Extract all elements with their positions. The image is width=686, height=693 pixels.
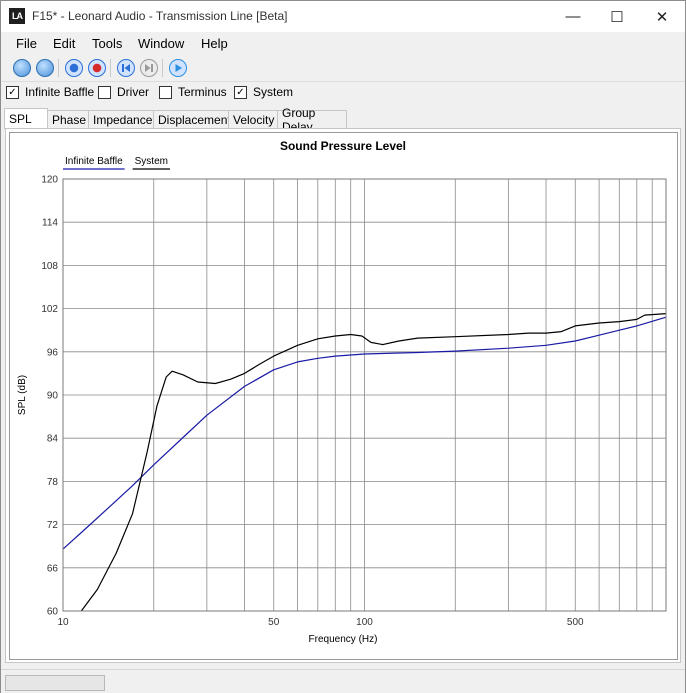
series-line-system xyxy=(80,313,667,612)
y-tick-label: 84 xyxy=(47,434,59,445)
x-tick-label: 50 xyxy=(268,617,280,628)
chart-container: 60 66 72 78 84 90 96 102 108 114 120 10 50 100 500 So… xyxy=(9,132,678,660)
chart-legend: Infinite Baffle System xyxy=(63,156,170,170)
legend-entry: System xyxy=(135,156,168,167)
x-tick-labels: 10 50 100 500 xyxy=(57,617,584,628)
menu-file[interactable]: File xyxy=(16,36,37,51)
y-tick-label: 78 xyxy=(47,477,59,488)
series-options: ✓ Infinite Baffle Driver Terminus ✓ System xyxy=(1,82,685,104)
y-tick-label: 96 xyxy=(47,347,59,358)
system-label: System xyxy=(253,85,294,99)
y-tick-label: 72 xyxy=(47,520,59,531)
menu-tools[interactable]: Tools xyxy=(92,36,122,51)
step-forward-icon[interactable] xyxy=(140,59,158,77)
minimize-button[interactable]: — xyxy=(550,1,596,32)
y-tick-label: 102 xyxy=(41,304,58,315)
title-bar[interactable]: LA F15* - Leonard Audio - Transmission L… xyxy=(1,1,685,32)
system-check-icon[interactable]: ✓ xyxy=(234,85,247,99)
tab-impedance[interactable]: Impedance xyxy=(88,110,154,128)
maximize-button[interactable]: ☐ xyxy=(594,1,640,32)
y-tick-label: 114 xyxy=(42,218,58,229)
tab-phase[interactable]: Phase xyxy=(47,110,89,128)
y-tick-label: 108 xyxy=(41,261,58,272)
app-window: LA F15* - Leonard Audio - Transmission L… xyxy=(0,0,686,693)
new-icon[interactable] xyxy=(13,59,31,77)
chart-grid xyxy=(63,179,666,611)
play-icon[interactable] xyxy=(169,59,187,77)
play-glyph xyxy=(175,64,182,72)
x-axis-label: Frequency (Hz) xyxy=(309,634,378,645)
tab-phase-label: Phase xyxy=(52,112,87,127)
tab-velocity-label: Velocity xyxy=(233,112,275,127)
close-icon: ✕ xyxy=(655,8,669,26)
status-bar xyxy=(1,669,685,693)
toolbar-separator xyxy=(110,59,111,77)
tab-impedance-label: Impedance xyxy=(93,112,153,127)
step-back-glyph xyxy=(122,64,130,72)
close-button[interactable]: ✕ xyxy=(639,1,685,32)
tab-spl-label: SPL xyxy=(9,112,32,126)
toolbar-separator xyxy=(162,59,163,77)
system-checkbox[interactable]: ✓ System xyxy=(234,85,293,99)
menu-help[interactable]: Help xyxy=(201,36,228,51)
infinite-baffle-label: Infinite Baffle xyxy=(25,85,95,99)
tab-velocity[interactable]: Velocity xyxy=(228,110,278,128)
tab-displacement-label: Displacement xyxy=(158,112,231,127)
window-title: F15* - Leonard Audio - Transmission Line… xyxy=(32,9,288,23)
y-tick-label: 120 xyxy=(41,175,58,186)
spl-chart: 60 66 72 78 84 90 96 102 108 114 120 10 50 100 500 So… xyxy=(17,139,667,645)
infinite-baffle-check-icon[interactable]: ✓ xyxy=(6,85,19,99)
open-icon[interactable] xyxy=(36,59,54,77)
app-logo-icon: LA xyxy=(9,8,25,24)
chart-title: Sound Pressure Level xyxy=(280,139,406,153)
x-tick-label: 100 xyxy=(356,617,373,628)
driver-label: Driver xyxy=(117,85,149,99)
y-tick-labels: 60 66 72 78 84 90 96 102 108 114 120 xyxy=(41,175,58,618)
maximize-icon: ☐ xyxy=(610,8,624,26)
y-axis-label: SPL (dB) xyxy=(17,375,28,415)
minimize-icon: — xyxy=(565,8,581,25)
step-forward-glyph xyxy=(145,64,153,72)
y-tick-label: 90 xyxy=(47,391,59,402)
toolbar-separator xyxy=(58,59,59,77)
menu-bar: File Edit Tools Window Help xyxy=(1,32,685,54)
x-tick-label: 10 xyxy=(57,617,69,628)
driver-check-icon[interactable] xyxy=(98,85,111,99)
tab-displacement[interactable]: Displacement xyxy=(153,110,231,128)
tab-strip: SPL Phase Impedance Displacement Velocit… xyxy=(1,106,685,134)
terminus-check-icon[interactable] xyxy=(159,85,172,99)
terminus-checkbox[interactable]: Terminus xyxy=(159,85,227,99)
menu-edit[interactable]: Edit xyxy=(53,36,75,51)
tab-group-delay[interactable]: Group Delay xyxy=(277,106,347,134)
toolbar xyxy=(1,55,685,82)
terminus-label: Terminus xyxy=(178,85,227,99)
record-blue-icon[interactable] xyxy=(65,59,83,77)
status-panel xyxy=(5,675,105,691)
driver-checkbox[interactable]: Driver xyxy=(98,85,149,99)
legend-entry: Infinite Baffle xyxy=(65,156,123,167)
menu-window[interactable]: Window xyxy=(138,36,184,51)
step-back-icon[interactable] xyxy=(117,59,135,77)
y-tick-label: 66 xyxy=(47,563,59,574)
tab-spl[interactable]: SPL xyxy=(4,108,48,129)
x-tick-label: 500 xyxy=(567,617,584,628)
record-red-icon[interactable] xyxy=(88,59,106,77)
infinite-baffle-checkbox[interactable]: ✓ Infinite Baffle xyxy=(6,85,94,99)
y-tick-label: 60 xyxy=(47,607,59,618)
